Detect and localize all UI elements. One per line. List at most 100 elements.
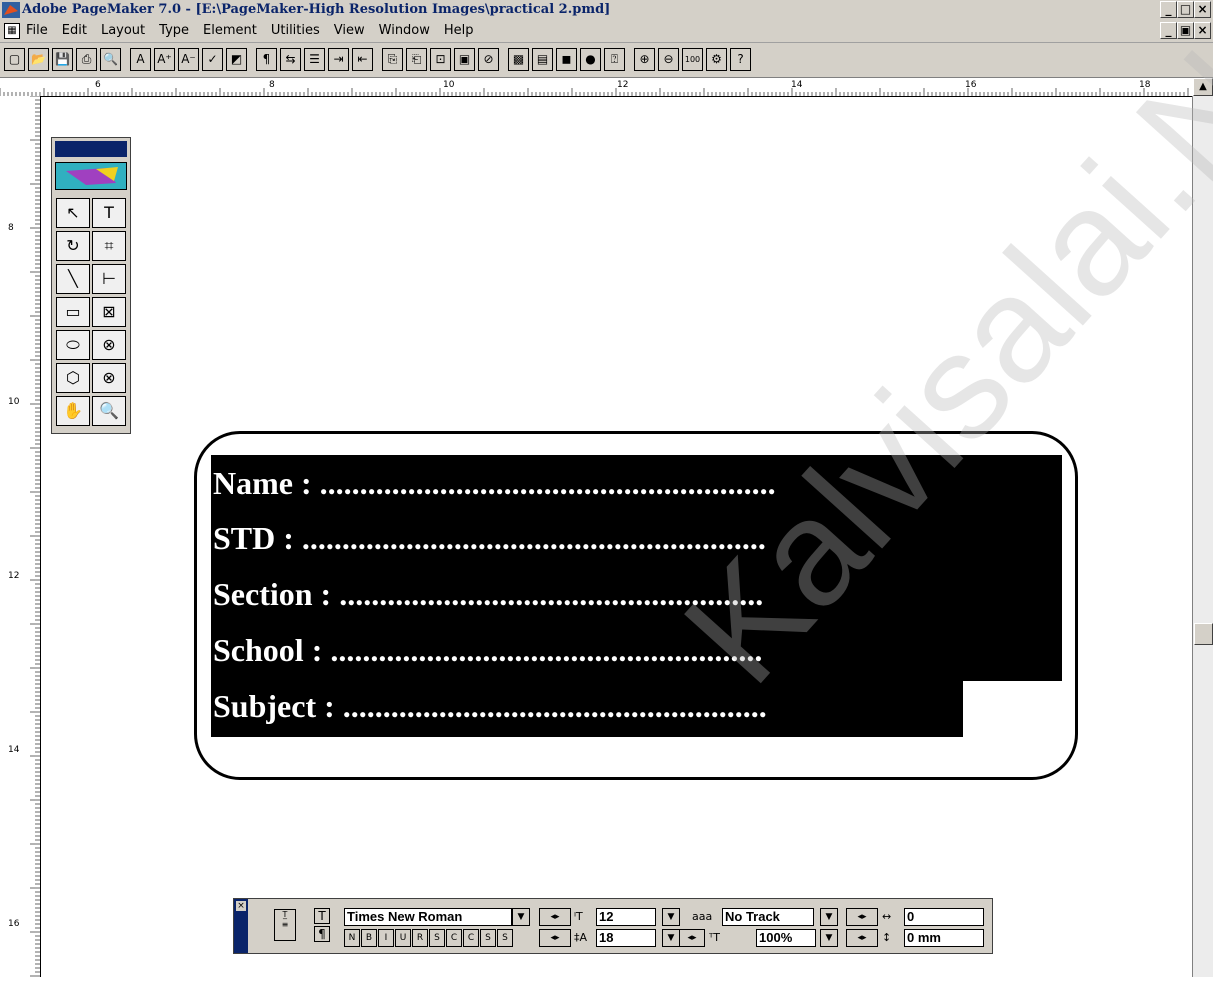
size-nudge-icon[interactable]: ◂▸ <box>539 908 571 926</box>
ellipse-tool-icon[interactable]: ⬭ <box>56 330 90 360</box>
width-input[interactable]: 100% <box>756 929 816 947</box>
bullets-icon[interactable]: ☰ <box>304 48 325 71</box>
menu-element[interactable]: Element <box>203 23 257 38</box>
menu-window[interactable]: Window <box>379 23 430 38</box>
type-style-button[interactable]: S <box>429 929 445 947</box>
kerning-nudge-icon[interactable]: ◂▸ <box>846 908 878 926</box>
font-icon[interactable]: A <box>130 48 151 71</box>
line-tool-icon[interactable]: ╲ <box>56 264 90 294</box>
type-style-button[interactable]: I <box>378 929 394 947</box>
document-icon[interactable]: ▦ <box>4 23 20 39</box>
constrained-line-tool-icon[interactable]: ⊢ <box>92 264 126 294</box>
text-line-subject[interactable]: Subject : ..............................… <box>213 686 767 726</box>
text-line-name[interactable]: Name : .................................… <box>213 463 776 503</box>
polygon-tool-icon[interactable]: ⬡ <box>56 363 90 393</box>
export-icon[interactable]: ⇆ <box>280 48 301 71</box>
size-label-icon: ᴵT <box>574 910 583 923</box>
minimize-button[interactable]: _ <box>1160 1 1177 18</box>
polygon-frame-tool-icon[interactable]: ⊗ <box>92 363 126 393</box>
type-style-button[interactable]: S <box>480 929 496 947</box>
menu-utilities[interactable]: Utilities <box>271 23 320 38</box>
subscript-icon[interactable]: A⁻ <box>178 48 199 71</box>
place-icon[interactable]: ⊡ <box>430 48 451 71</box>
text-line-school[interactable]: School : ...............................… <box>213 630 762 670</box>
type-style-button[interactable]: S <box>497 929 513 947</box>
scroll-thumb[interactable] <box>1194 623 1213 645</box>
character-mode-icon[interactable]: T̲ ≡ <box>274 909 296 941</box>
menu-type[interactable]: Type <box>159 23 189 38</box>
new-icon[interactable]: ▢ <box>4 48 25 71</box>
menu-edit[interactable]: Edit <box>62 23 87 38</box>
close-icon[interactable]: × <box>236 901 246 911</box>
width-nudge-icon[interactable]: ◂▸ <box>679 929 705 947</box>
text-mode-icon[interactable]: T <box>314 908 330 924</box>
actual-size-icon[interactable]: 100 <box>682 48 703 71</box>
copy-icon[interactable]: ⎘ <box>382 48 403 71</box>
zoom-tool-icon[interactable]: 🔍 <box>92 396 126 426</box>
baseline-nudge-icon[interactable]: ◂▸ <box>846 929 878 947</box>
control-palette: × T̲ ≡ T ¶ Times New Roman ▼ ◂▸ ᴵT 12 ▼ ◂… <box>233 898 993 954</box>
type-style-button[interactable]: B <box>361 929 377 947</box>
pilcrow-icon[interactable]: ¶ <box>256 48 277 71</box>
indent-icon[interactable]: ⇥ <box>328 48 349 71</box>
track-input[interactable]: No Track <box>722 908 814 926</box>
ruler-label: 10 <box>8 397 20 407</box>
save-icon[interactable]: 💾 <box>52 48 73 71</box>
ruler-label: 10 <box>443 80 455 90</box>
type-style-button[interactable]: R <box>412 929 428 947</box>
rectangle-tool-icon[interactable]: ▭ <box>56 297 90 327</box>
main-toolbar: ▢ 📂 💾 ⎙ 🔍 A A⁺ A⁻ ✓ ◩ ¶ ⇆ ☰ ⇥ ⇤ ⎘ ⎗ ⊡ ▣ ⊘ ▩ ▤ ◼ ● ⍰ ⊕ ⊖ 100 ⚙? <box>0 43 1213 78</box>
text-tool-icon[interactable]: T <box>92 198 126 228</box>
control-palette-caption[interactable]: × <box>234 899 248 953</box>
find-icon[interactable]: 🔍 <box>100 48 121 71</box>
type-style-button[interactable]: C <box>446 929 462 947</box>
toolbox-caption[interactable] <box>55 141 127 157</box>
width-dropdown-icon[interactable]: ▼ <box>820 929 838 947</box>
menu-view[interactable]: View <box>334 23 365 38</box>
kerning-input[interactable]: 0 <box>904 908 984 926</box>
frame-icon[interactable]: ▣ <box>454 48 475 71</box>
zoom-in-icon[interactable]: ⊕ <box>634 48 655 71</box>
size-input[interactable]: 12 <box>596 908 656 926</box>
font-input[interactable]: Times New Roman <box>344 908 512 926</box>
menu-help[interactable]: Help <box>444 23 474 38</box>
text-line-std[interactable]: STD : ..................................… <box>213 518 766 558</box>
leading-dropdown-icon[interactable]: ▼ <box>662 929 680 947</box>
menu-layout[interactable]: Layout <box>101 23 145 38</box>
ellipse-frame-tool-icon[interactable]: ⊗ <box>92 330 126 360</box>
hand-tool-icon[interactable]: ✋ <box>56 396 90 426</box>
link-icon[interactable]: ⊘ <box>478 48 499 71</box>
size-dropdown-icon[interactable]: ▼ <box>662 908 680 926</box>
type-style-button[interactable]: N <box>344 929 360 947</box>
spellcheck-icon[interactable]: ✓ <box>202 48 223 71</box>
leading-nudge-icon[interactable]: ◂▸ <box>539 929 571 947</box>
layer-icon[interactable]: ▤ <box>532 48 553 71</box>
type-style-button[interactable]: U <box>395 929 411 947</box>
swatch-icon[interactable]: ◼ <box>556 48 577 71</box>
font-dropdown-icon[interactable]: ▼ <box>512 908 530 926</box>
globe-icon[interactable]: ● <box>580 48 601 71</box>
menu-file[interactable]: File <box>26 23 48 38</box>
pointer-tool-icon[interactable]: ↖ <box>56 198 90 228</box>
plugin-icon[interactable]: ⚙ <box>706 48 727 71</box>
crop-tool-icon[interactable]: ⌗ <box>92 231 126 261</box>
vertical-ruler[interactable]: 8 10 12 14 16 <box>0 95 41 977</box>
pdf-icon[interactable]: ⍰ <box>604 48 625 71</box>
track-dropdown-icon[interactable]: ▼ <box>820 908 838 926</box>
rotate-tool-icon[interactable]: ↻ <box>56 231 90 261</box>
zoom-out-icon[interactable]: ⊖ <box>658 48 679 71</box>
baseline-shift-input[interactable]: 0 mm <box>904 929 984 947</box>
paste-icon[interactable]: ⎗ <box>406 48 427 71</box>
paragraph-mode-icon[interactable]: ¶ <box>314 926 330 942</box>
color-icon[interactable]: ◩ <box>226 48 247 71</box>
rectangle-frame-tool-icon[interactable]: ⊠ <box>92 297 126 327</box>
image-icon[interactable]: ▩ <box>508 48 529 71</box>
type-style-button[interactable]: C <box>463 929 479 947</box>
open-icon[interactable]: 📂 <box>28 48 49 71</box>
help-icon[interactable]: ? <box>730 48 751 71</box>
horizontal-ruler[interactable]: 6 8 10 12 14 16 18 <box>0 78 1192 97</box>
outdent-icon[interactable]: ⇤ <box>352 48 373 71</box>
leading-input[interactable]: 18 <box>596 929 656 947</box>
superscript-icon[interactable]: A⁺ <box>154 48 175 71</box>
print-icon[interactable]: ⎙ <box>76 48 97 71</box>
